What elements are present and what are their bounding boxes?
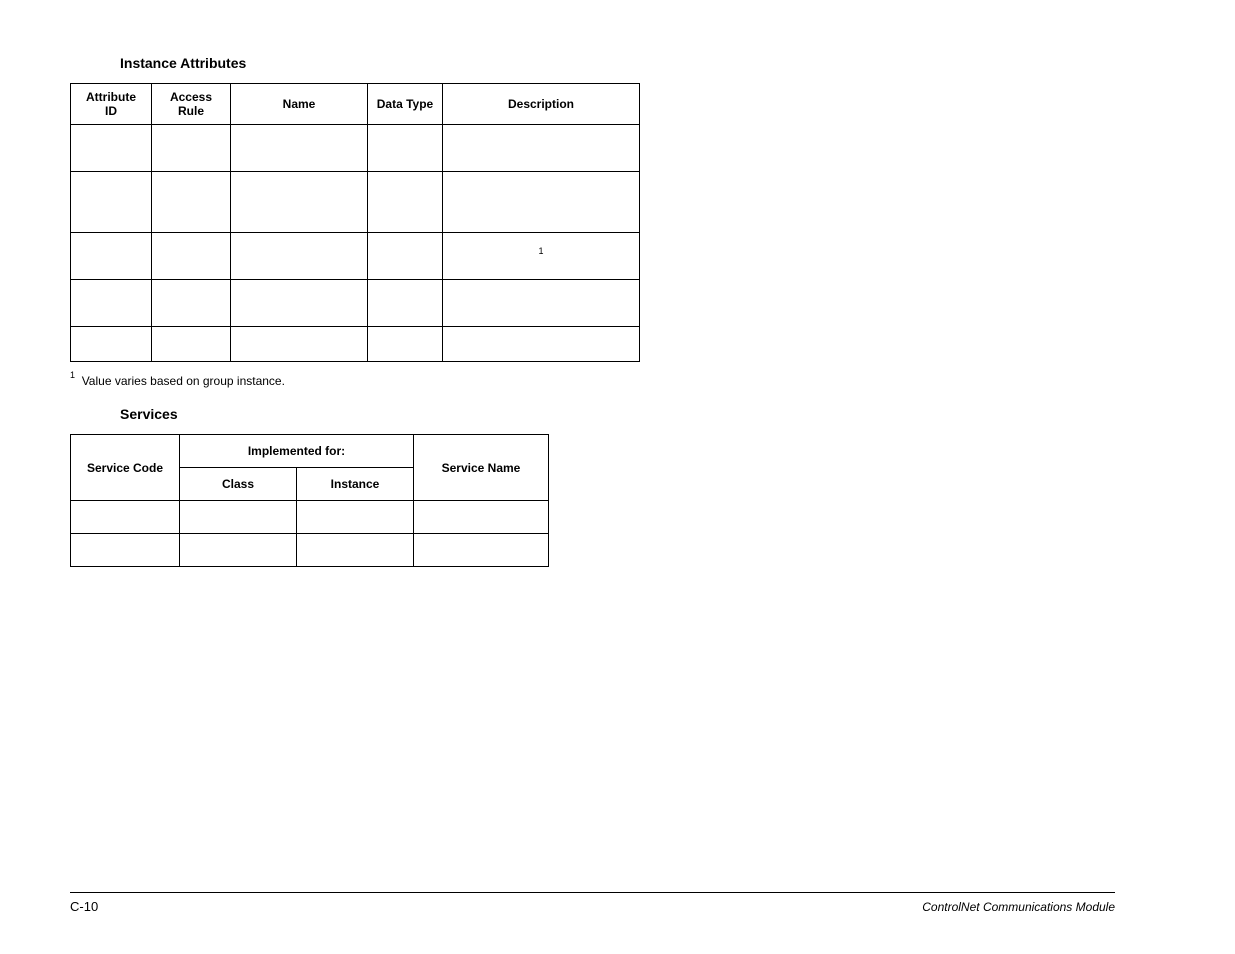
cell [152,327,231,362]
cell [414,534,549,567]
cell [368,172,443,233]
footnote-marker: 1 [538,246,543,256]
cell-description [443,327,640,362]
cell [297,534,414,567]
document-page: Instance Attributes Attribute ID Access … [0,0,1235,954]
cell [152,280,231,327]
cell [71,172,152,233]
document-title: ControlNet Communications Module [922,900,1115,914]
col-header-data-type: Data Type [368,84,443,125]
cell [368,327,443,362]
instance-attributes-table: Attribute ID Access Rule Name Data Type … [70,83,640,362]
footnote-number: 1 [70,370,75,380]
cell [71,280,152,327]
heading-services: Services [120,406,1115,422]
heading-instance-attributes: Instance Attributes [120,55,1115,71]
table-header-row: Service Code Implemented for: Service Na… [71,435,549,468]
cell [231,327,368,362]
cell [231,125,368,172]
footer-row: C-10 ControlNet Communications Module [70,899,1115,914]
cell [71,501,180,534]
cell-description [443,280,640,327]
cell [231,172,368,233]
table-row [71,327,640,362]
col-header-service-code: Service Code [71,435,180,501]
cell [180,501,297,534]
table-row: 1 [71,233,640,280]
table-row [71,534,549,567]
col-header-name: Name [231,84,368,125]
cell [297,501,414,534]
table-row [71,280,640,327]
cell-description: 1 [443,233,640,280]
cell [71,327,152,362]
cell [368,233,443,280]
cell [180,534,297,567]
cell-description [443,125,640,172]
cell [231,280,368,327]
cell [368,125,443,172]
footer-rule [70,892,1115,893]
col-header-description: Description [443,84,640,125]
cell [152,233,231,280]
col-header-access-rule: Access Rule [152,84,231,125]
page-number: C-10 [70,899,98,914]
footnote-text: Value varies based on group instance. [82,374,285,388]
table-row [71,125,640,172]
table-header-row: Attribute ID Access Rule Name Data Type … [71,84,640,125]
page-footer: C-10 ControlNet Communications Module [70,892,1115,914]
col-header-attribute-id: Attribute ID [71,84,152,125]
cell [231,233,368,280]
cell [71,534,180,567]
cell [414,501,549,534]
cell [71,233,152,280]
footnote: 1 Value varies based on group instance. [70,372,1115,388]
table-row [71,172,640,233]
table-row [71,501,549,534]
cell [368,280,443,327]
services-table: Service Code Implemented for: Service Na… [70,434,549,567]
cell [152,172,231,233]
col-header-class: Class [180,468,297,501]
cell [152,125,231,172]
cell-description [443,172,640,233]
col-header-instance: Instance [297,468,414,501]
cell [71,125,152,172]
col-group-implemented-for: Implemented for: [180,435,414,468]
col-header-service-name: Service Name [414,435,549,501]
